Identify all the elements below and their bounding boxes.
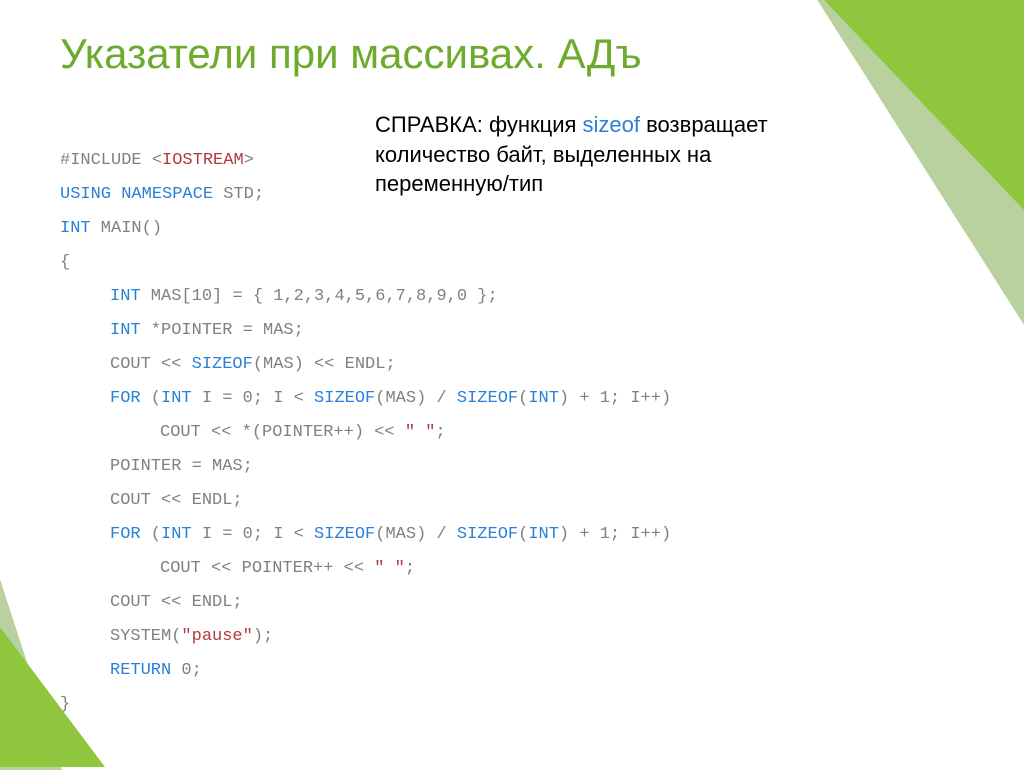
code-line: COUT << *(POINTER++) << " "; — [60, 423, 446, 442]
slide-title: Указатели при массивах. АДъ — [60, 30, 642, 78]
decor-triangle — [824, 0, 1024, 210]
code-line: COUT << ENDL; — [60, 593, 243, 612]
code-line: { — [60, 253, 70, 272]
code-line: COUT << POINTER++ << " "; — [60, 559, 415, 578]
code-line: INT MAIN() — [60, 219, 162, 238]
code-line: COUT << SIZEOF(MAS) << ENDL; — [60, 355, 396, 374]
code-line: COUT << ENDL; — [60, 491, 243, 510]
code-line: #INCLUDE <IOSTREAM> — [60, 151, 254, 170]
code-line: FOR (INT I = 0; I < SIZEOF(MAS) / SIZEOF… — [60, 525, 671, 544]
decor-triangle — [0, 627, 105, 767]
code-line: FOR (INT I = 0; I < SIZEOF(MAS) / SIZEOF… — [60, 389, 671, 408]
code-block: #INCLUDE <IOSTREAM> USING NAMESPACE STD;… — [60, 110, 671, 756]
code-line: INT MAS[10] = { 1,2,3,4,5,6,7,8,9,0 }; — [60, 287, 498, 306]
slide: Указатели при массивах. АДъ СПРАВКА: фун… — [0, 0, 1024, 767]
code-line: POINTER = MAS; — [60, 457, 253, 476]
code-line: INT *POINTER = MAS; — [60, 321, 304, 340]
code-line: USING NAMESPACE STD; — [60, 185, 264, 204]
